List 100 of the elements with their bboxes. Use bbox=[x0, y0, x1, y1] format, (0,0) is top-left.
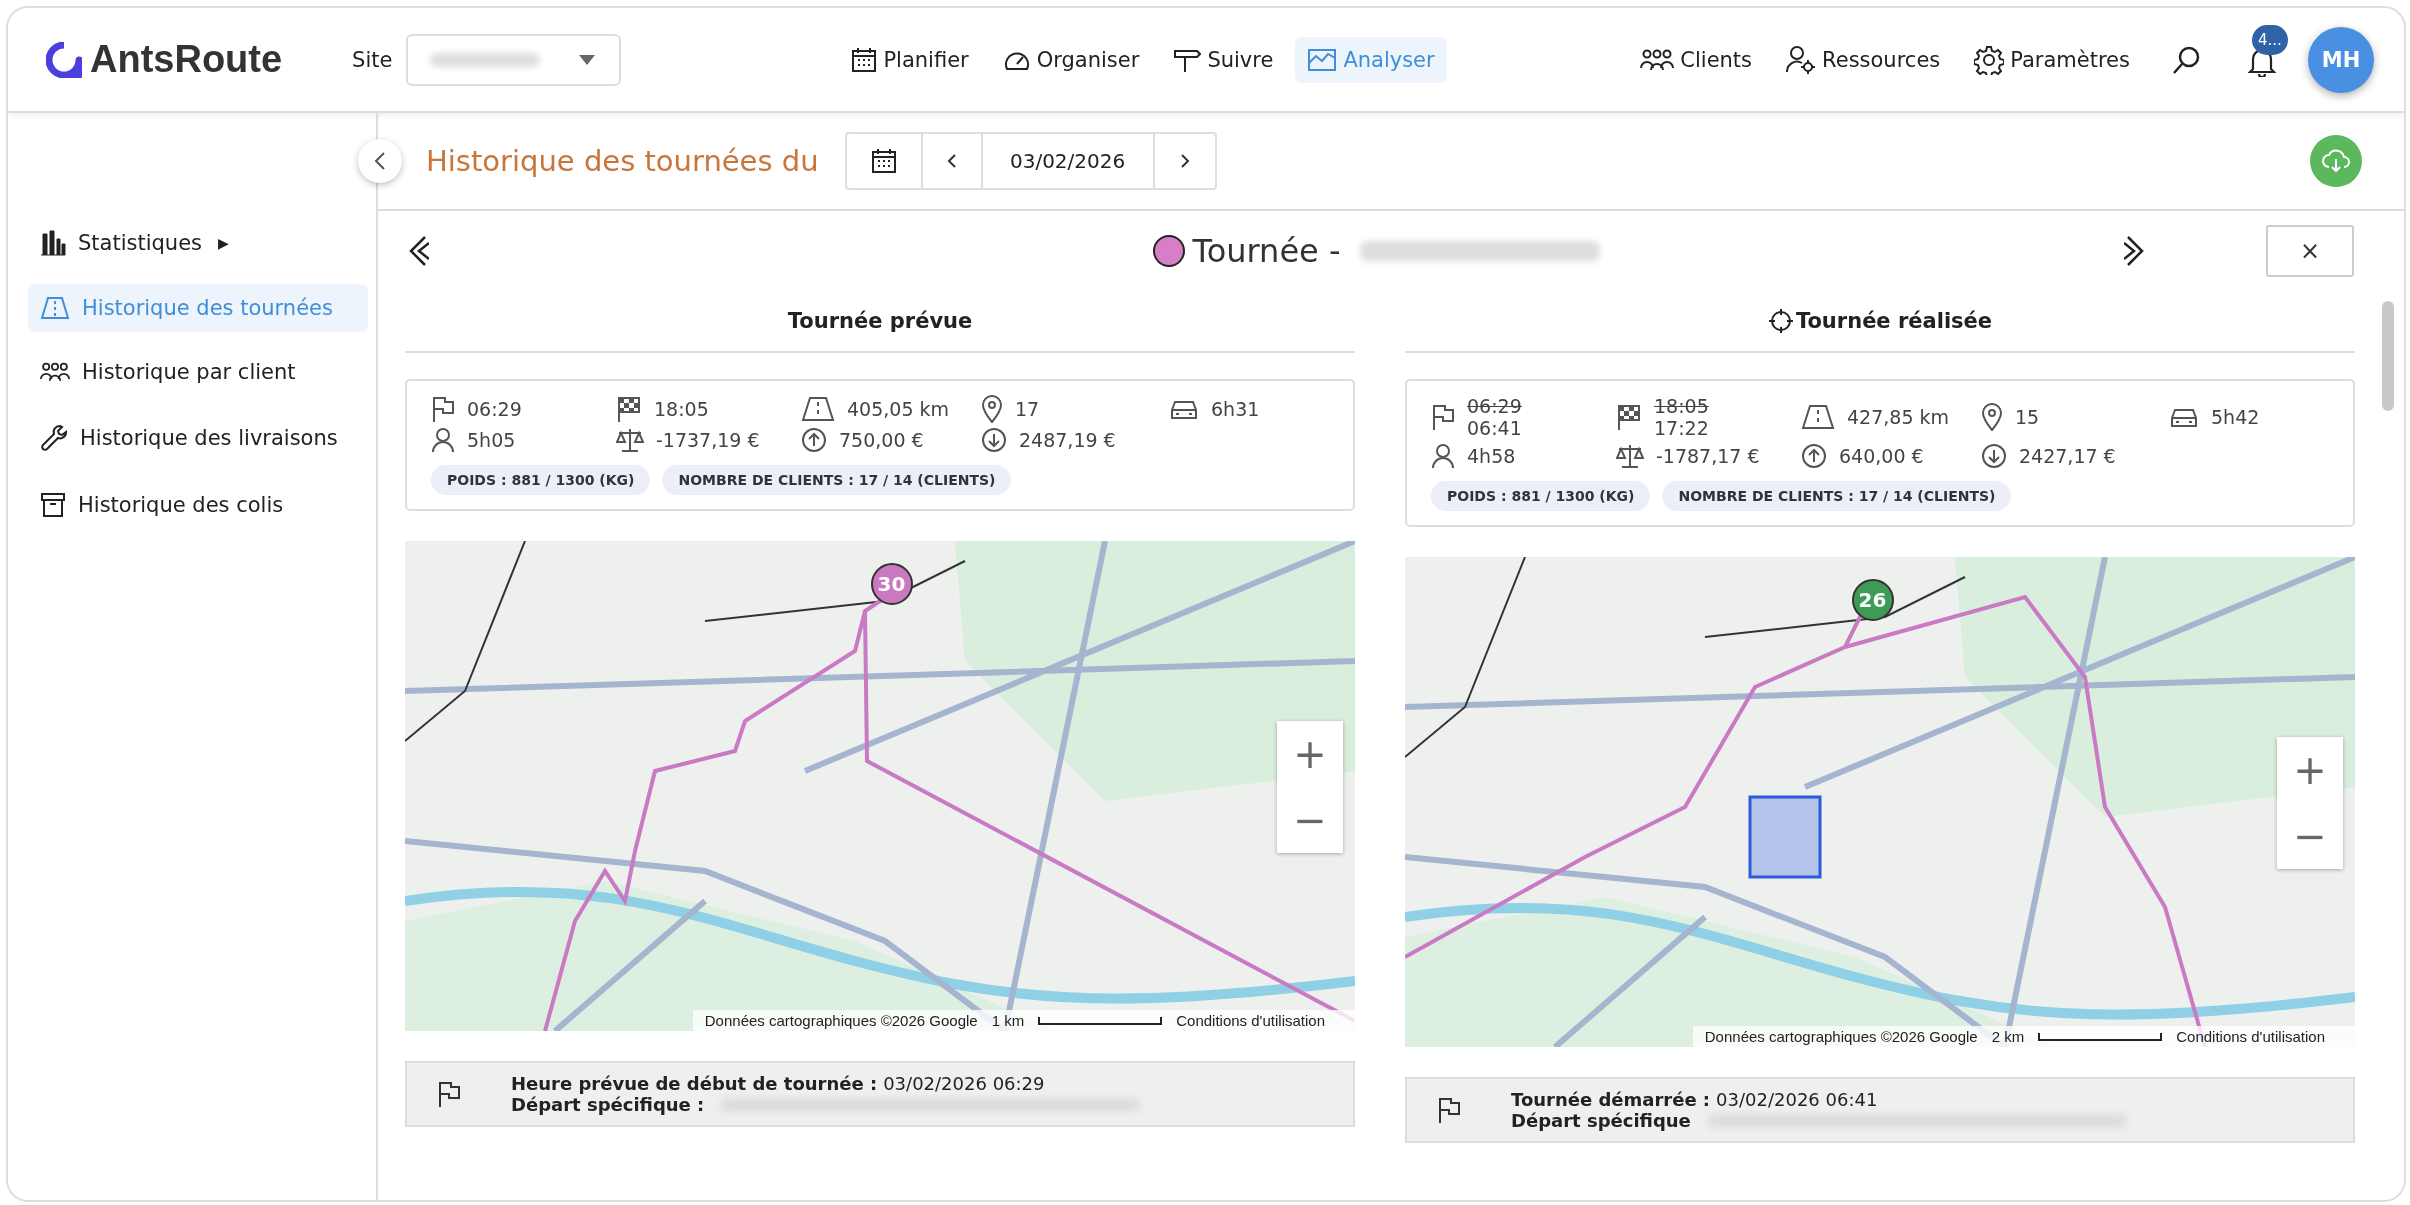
double-chevron-left-icon[interactable] bbox=[407, 235, 429, 267]
person-icon bbox=[431, 427, 455, 453]
logo-text: AntsRoute bbox=[90, 38, 283, 81]
people-icon bbox=[40, 361, 70, 383]
info-label: Heure prévue de début de tournée : bbox=[511, 1073, 878, 1094]
stat-value: 405,05 km bbox=[847, 398, 950, 420]
road-icon bbox=[40, 296, 70, 320]
stat-value: 5h42 bbox=[2211, 406, 2260, 428]
stat-value: 5h05 bbox=[467, 429, 516, 451]
zoom-out-button[interactable]: − bbox=[2277, 803, 2343, 869]
wrench-icon bbox=[40, 424, 68, 452]
nav-tab[interactable]: Organiser bbox=[990, 36, 1152, 83]
summary-tag: NOMBRE DE CLIENTS : 17 / 14 (CLIENTS) bbox=[662, 465, 1012, 495]
zoom-in-button[interactable]: + bbox=[2277, 737, 2343, 803]
user-gear-icon bbox=[1786, 44, 1817, 75]
chevron-left-icon bbox=[946, 153, 957, 169]
zoom-in-button[interactable]: + bbox=[1277, 721, 1343, 787]
tour-title: Tournée - bbox=[1192, 232, 1341, 270]
bar-chart-icon bbox=[40, 230, 66, 256]
map-attribution: Données cartographiques ©2026 Google bbox=[704, 1012, 978, 1029]
summary-tag: NOMBRE DE CLIENTS : 17 / 14 (CLIENTS) bbox=[1662, 481, 2012, 511]
sidebar-item[interactable]: Historique par client bbox=[28, 348, 368, 396]
stat-value: -1737,19 € bbox=[656, 429, 760, 451]
stat-value: 06:41 bbox=[1467, 417, 1522, 439]
location-pin-icon bbox=[1981, 403, 2003, 431]
logo-icon bbox=[46, 41, 82, 78]
calendar-icon bbox=[851, 46, 878, 73]
scrollbar-thumb[interactable] bbox=[2382, 301, 2394, 411]
caret-icon bbox=[579, 54, 596, 65]
stat-value: 4h58 bbox=[1467, 445, 1516, 467]
stat-value: 750,00 € bbox=[839, 429, 924, 451]
summary-tag: POIDS : 881 / 1300 (KG) bbox=[1431, 481, 1651, 511]
map-attribution: Données cartographiques ©2026 Google bbox=[1704, 1028, 1978, 1045]
terms-link[interactable]: Conditions d'utilisation bbox=[2176, 1028, 2325, 1045]
info-label: Départ spécifique bbox=[1511, 1110, 1691, 1131]
flag-icon bbox=[437, 1081, 461, 1107]
nav-link[interactable]: Ressources bbox=[1774, 34, 1953, 85]
balance-scale-icon bbox=[1616, 443, 1644, 469]
people-icon bbox=[1640, 47, 1675, 72]
box-icon bbox=[40, 492, 66, 518]
nav-tab[interactable]: Planifier bbox=[839, 36, 981, 83]
map-scale: 2 km bbox=[1991, 1028, 2025, 1045]
previous-value: 18:05 bbox=[1654, 395, 1709, 417]
car-icon bbox=[2169, 406, 2199, 428]
sidebar-item[interactable]: Statistiques ▶ bbox=[28, 218, 368, 268]
nav-link[interactable]: Paramètres bbox=[1962, 34, 2142, 85]
settings-icon bbox=[1974, 44, 2005, 75]
stat-value: 18:05 bbox=[654, 398, 709, 420]
crosshair-icon bbox=[1767, 308, 1794, 334]
flag-icon bbox=[1437, 1097, 1461, 1123]
person-icon bbox=[1431, 443, 1455, 469]
stat-value: 17 bbox=[1015, 398, 1040, 420]
calendar-icon bbox=[870, 148, 897, 174]
info-value: 03/02/2026 06:29 bbox=[883, 1073, 1045, 1094]
stat-value: 15 bbox=[2015, 406, 2040, 428]
flag-icon bbox=[1431, 404, 1455, 430]
nav-link[interactable]: Clients bbox=[1628, 37, 1765, 82]
nav-tab[interactable]: Suivre bbox=[1161, 36, 1286, 83]
stat-value: -1787,17 € bbox=[1656, 445, 1760, 467]
arrow-up-circle-icon bbox=[801, 427, 827, 453]
road-icon bbox=[1801, 404, 1835, 430]
info-value: 03/02/2026 06:41 bbox=[1716, 1089, 1878, 1110]
info-label: Tournée démarrée : bbox=[1511, 1089, 1711, 1110]
search-icon[interactable] bbox=[2172, 44, 2202, 75]
chart-icon bbox=[1307, 46, 1338, 73]
site-label: Site bbox=[352, 47, 393, 72]
stat-value: 2427,17 € bbox=[2019, 445, 2116, 467]
stat-value: 640,00 € bbox=[1839, 445, 1924, 467]
chevron-left-icon bbox=[374, 151, 386, 171]
stat-value: 17:22 bbox=[1654, 417, 1709, 439]
page-title: Historique des tournées du bbox=[426, 144, 819, 178]
map-scale: 1 km bbox=[991, 1012, 1025, 1029]
arrow-down-circle-icon bbox=[1981, 443, 2007, 469]
checkered-flag-icon bbox=[1616, 404, 1642, 430]
sidebar-item[interactable]: Historique des colis bbox=[28, 480, 368, 530]
road-icon bbox=[801, 396, 835, 422]
stat-value: 6h31 bbox=[1211, 398, 1260, 420]
collapse-button[interactable] bbox=[358, 139, 402, 183]
balance-scale-icon bbox=[616, 427, 644, 453]
previous-value: 06:29 bbox=[1467, 395, 1522, 417]
checkered-flag-icon bbox=[616, 396, 642, 422]
info-label: Départ spécifique : bbox=[511, 1094, 705, 1115]
zoom-out-button[interactable]: − bbox=[1277, 787, 1343, 853]
close-button[interactable]: × bbox=[2266, 225, 2354, 277]
summary-tag: POIDS : 881 / 1300 (KG) bbox=[431, 465, 651, 495]
column-heading: Tournée prévue bbox=[787, 309, 973, 333]
stat-value: 427,85 km bbox=[1847, 406, 1950, 428]
cloud-download-icon bbox=[2321, 149, 2351, 173]
notification-badge: 4... bbox=[2252, 24, 2288, 55]
column-heading: Tournée réalisée bbox=[1795, 309, 1993, 333]
flag-icon bbox=[431, 396, 455, 422]
double-chevron-right-icon[interactable] bbox=[2124, 235, 2146, 267]
car-icon bbox=[1169, 398, 1199, 420]
chevron-right-icon bbox=[1179, 153, 1190, 169]
arrow-down-circle-icon bbox=[981, 427, 1007, 453]
terms-link[interactable]: Conditions d'utilisation bbox=[1176, 1012, 1325, 1029]
sidebar-item[interactable]: Historique des livraisons bbox=[28, 412, 368, 464]
arrow-up-circle-icon bbox=[1801, 443, 1827, 469]
stat-value: 2487,19 € bbox=[1019, 429, 1116, 451]
location-pin-icon bbox=[981, 395, 1003, 423]
